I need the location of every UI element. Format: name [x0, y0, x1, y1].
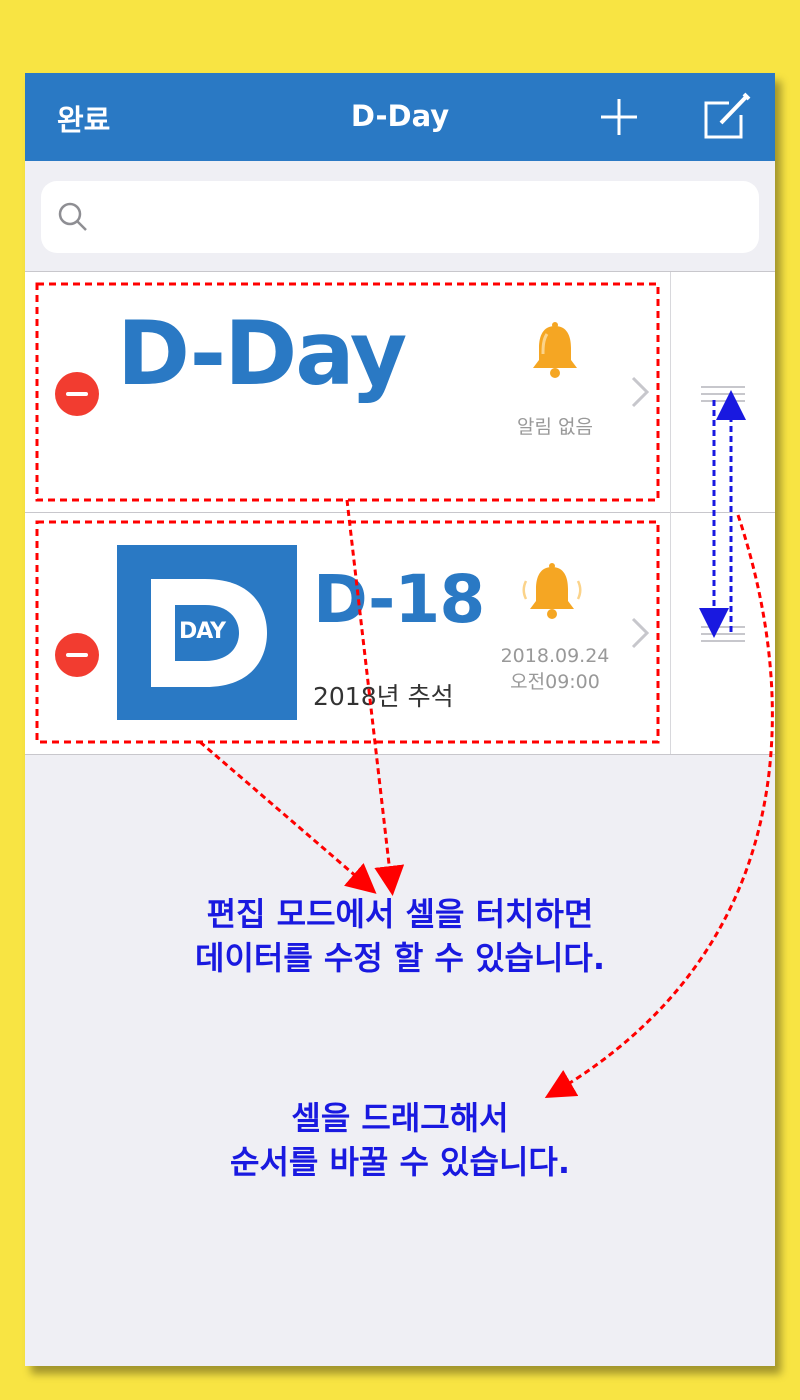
note-line: 셀을 드래그해서 [291, 1099, 509, 1137]
search-bar[interactable] [41, 181, 759, 253]
note-line: 데이터를 수정 할 수 있습니다. [195, 939, 605, 977]
navigation-bar: 완료 D-Day [25, 73, 775, 161]
edit-mode-note: 편집 모드에서 셀을 터치하면 데이터를 수정 할 수 있습니다. [25, 892, 775, 980]
bell-icon [533, 322, 577, 378]
list-item[interactable]: D-Day 알림 없음 [25, 272, 775, 512]
drag-note: 셀을 드래그해서 순서를 바꿀 수 있습니다. [25, 1096, 775, 1184]
reorder-handle-icon[interactable] [701, 626, 745, 646]
alarm-date: 2018.09.24 [500, 645, 610, 667]
delete-button[interactable] [55, 372, 99, 416]
search-icon [58, 202, 87, 231]
reorder-handle-icon[interactable] [701, 386, 745, 406]
dday-thumbnail: DAY [117, 545, 297, 720]
alarm-datetime: 2018.09.24 오전09:00 [490, 643, 620, 695]
chevron-right-icon [631, 617, 649, 649]
dday-list: D-Day 알림 없음 DAY D-18 2018년 추석 2018.09.24… [25, 271, 775, 755]
search-input[interactable] [99, 197, 743, 239]
chevron-right-icon [631, 376, 649, 408]
item-title: D-18 [313, 561, 485, 638]
plus-icon[interactable] [597, 95, 641, 139]
item-subtitle: 2018년 추석 [313, 682, 454, 711]
list-item[interactable]: DAY D-18 2018년 추석 2018.09.24 오전09:00 [25, 512, 775, 753]
note-line: 편집 모드에서 셀을 터치하면 [206, 895, 594, 933]
item-title: D-Day [117, 302, 407, 405]
alarm-time: 오전09:00 [510, 671, 600, 693]
divider [670, 272, 671, 754]
bell-ringing-icon [522, 563, 582, 619]
delete-button[interactable] [55, 633, 99, 677]
alarm-status: 알림 없음 [517, 416, 593, 438]
thumbnail-label: DAY [179, 619, 226, 644]
page-title: D-Day [350, 99, 450, 133]
compose-icon[interactable] [703, 91, 751, 141]
note-line: 순서를 바꿀 수 있습니다. [230, 1143, 570, 1181]
